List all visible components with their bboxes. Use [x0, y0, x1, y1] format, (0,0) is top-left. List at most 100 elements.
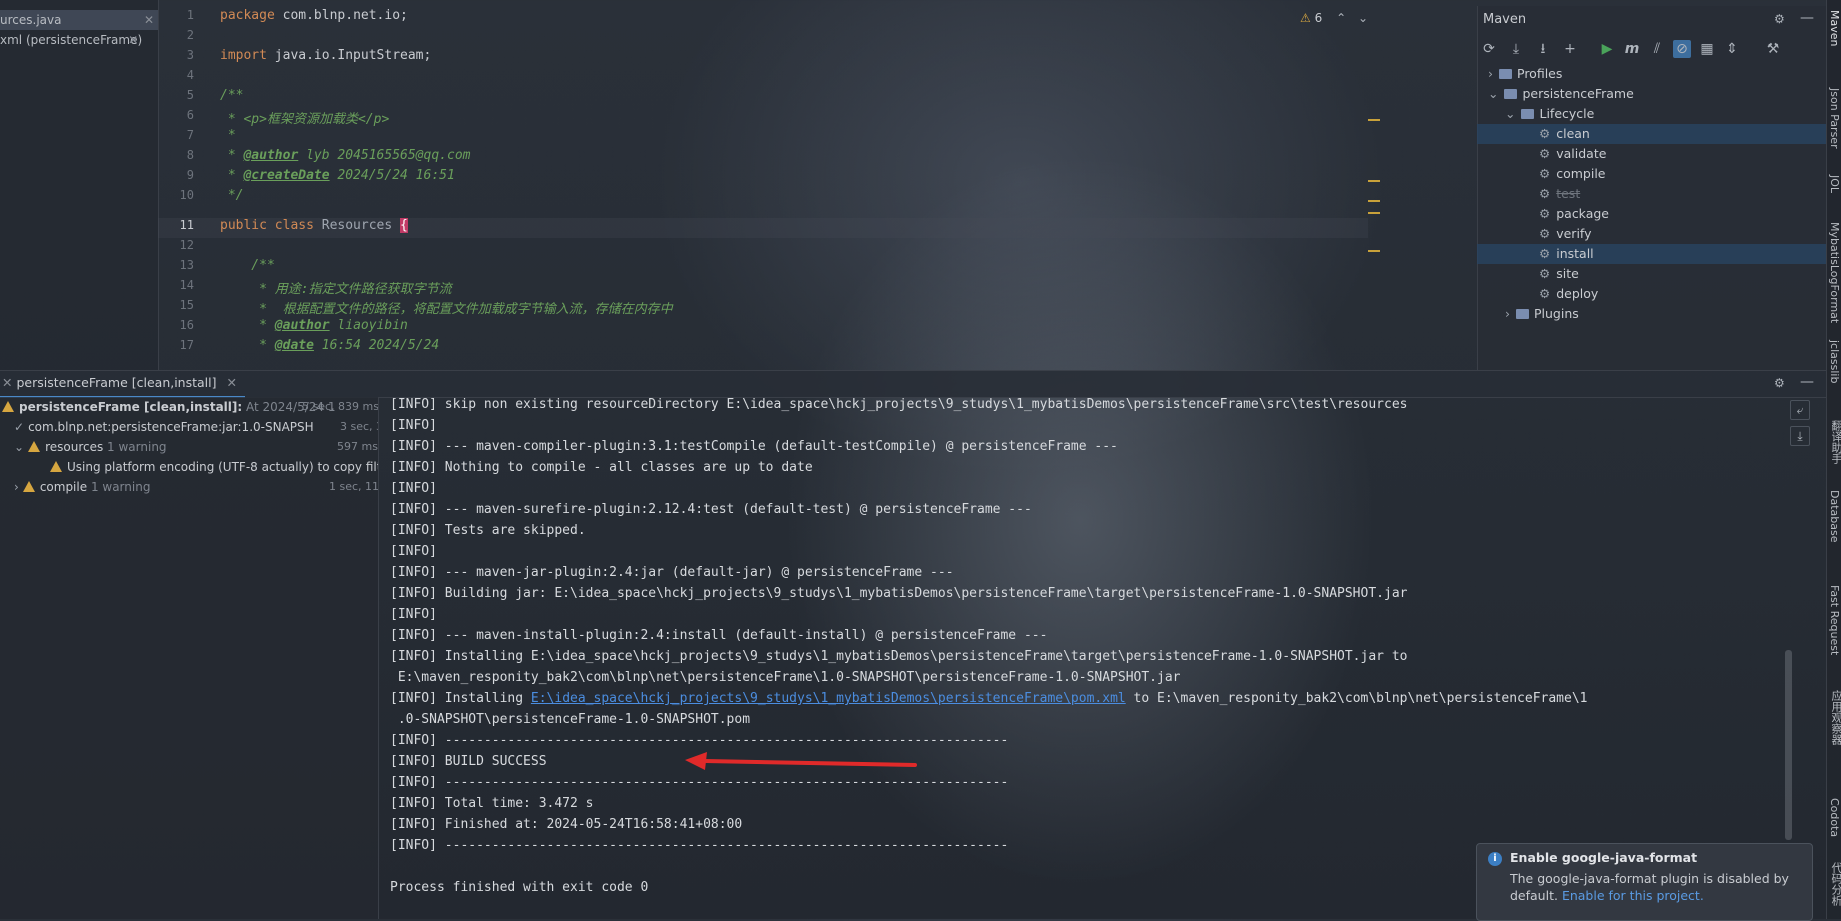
- show-dependencies-icon[interactable]: ▦: [1698, 40, 1716, 58]
- maven-project[interactable]: ⌄ persistenceFrame: [1488, 84, 1634, 104]
- run-tree-compile[interactable]: › compile 1 warning 1 sec, 119 ms: [14, 477, 378, 497]
- maven-goal-test[interactable]: ⚙ test: [1539, 184, 1580, 204]
- wrench-icon[interactable]: ⚒: [1764, 40, 1782, 58]
- minimize-icon[interactable]: —: [1800, 374, 1814, 390]
- tool-window-maven[interactable]: Maven: [1828, 10, 1841, 46]
- close-icon[interactable]: ✕: [128, 30, 138, 50]
- maven-goal-validate[interactable]: ⚙ validate: [1539, 144, 1606, 164]
- editor-error-stripe[interactable]: [1368, 6, 1392, 370]
- download-icon[interactable]: ⭳: [1534, 40, 1552, 58]
- tool-window-mybatis-log[interactable]: MybatisLogFormat: [1828, 222, 1841, 323]
- maven-goal-install[interactable]: ⚙ install: [1477, 244, 1826, 264]
- comment-line: /**: [220, 88, 244, 103]
- tool-window-codota[interactable]: Codota: [1828, 798, 1841, 837]
- inspection-widget[interactable]: ⚠ 6 ⌃ ⌄: [1300, 11, 1368, 25]
- console-output[interactable]: [INFO] skip non existing resourceDirecto…: [378, 397, 1778, 919]
- code-editor[interactable]: package com.blnp.net.io; import java.io.…: [220, 6, 1370, 370]
- line-number: 8: [186, 148, 194, 162]
- chevron-down-icon[interactable]: ⌄: [1358, 11, 1368, 25]
- add-icon[interactable]: +: [1561, 40, 1579, 58]
- maven-goal-deploy[interactable]: ⚙ deploy: [1539, 284, 1598, 304]
- warning-icon: [50, 461, 62, 472]
- maven-profiles[interactable]: › Profiles: [1488, 64, 1562, 84]
- tool-window-fast-request[interactable]: Fast Request: [1828, 585, 1841, 655]
- warning-marker[interactable]: [1368, 212, 1380, 214]
- close-icon[interactable]: ✕: [2, 375, 12, 390]
- reload-icon[interactable]: ⟳: [1480, 40, 1498, 58]
- maven-plugins[interactable]: › Plugins: [1505, 304, 1579, 324]
- run-tree-module[interactable]: ✓ com.blnp.net:persistenceFrame:jar:1.0-S…: [14, 417, 378, 437]
- run-panel-header: [0, 370, 1826, 398]
- close-icon[interactable]: ✕: [227, 375, 237, 390]
- chevron-right-icon: ›: [1505, 306, 1510, 321]
- gear-icon: ⚙: [1539, 206, 1551, 221]
- tool-window-jclasslib[interactable]: jclasslib: [1828, 340, 1841, 383]
- execute-goal-icon[interactable]: m: [1623, 40, 1641, 58]
- warning-icon: [2, 401, 14, 412]
- comment-text: *: [220, 318, 275, 333]
- finished-at-line: [INFO] Finished at: 2024-05-24T16:58:41+…: [390, 817, 743, 832]
- warning-marker[interactable]: [1368, 250, 1380, 252]
- run-tab[interactable]: ✕ persistenceFrame [clean,install] ✕: [0, 370, 245, 398]
- soft-wrap-icon[interactable]: ⤶: [1790, 400, 1810, 420]
- minimize-icon[interactable]: —: [1800, 10, 1814, 26]
- comment-text: liaoyibin: [329, 318, 408, 333]
- run-tree-root[interactable]: persistenceFrame [clean,install]: At 202…: [2, 397, 378, 417]
- line-number: 4: [186, 68, 194, 82]
- console-line: [INFO] Nothing to compile - all classes …: [390, 460, 813, 475]
- tree-time: 1 sec, 119 ms: [329, 480, 379, 493]
- tool-window-json-parser[interactable]: Json Parser: [1828, 88, 1841, 149]
- matched-brace: {: [400, 218, 408, 233]
- comment-line: * 根据配置文件的路径，将配置文件加载成字节输入流，存储在内存中: [220, 302, 673, 317]
- line-number: 9: [186, 168, 194, 182]
- console-scrollbar[interactable]: [1785, 650, 1792, 840]
- maven-goal-package[interactable]: ⚙ package: [1539, 204, 1609, 224]
- maven-goal-compile[interactable]: ⚙ compile: [1539, 164, 1606, 184]
- pom-file-link[interactable]: E:\idea_space\hckj_projects\9_studys\1_m…: [531, 691, 1126, 706]
- console-line: E:\maven_responity_bak2\com\blnp\net\per…: [390, 670, 1181, 685]
- warning-marker[interactable]: [1368, 119, 1380, 121]
- maven-project-icon: [1504, 89, 1518, 99]
- reimport-icon[interactable]: ⤓: [1507, 40, 1525, 58]
- tool-window-app-observer[interactable]: 应用观察器: [1828, 690, 1841, 745]
- warning-marker[interactable]: [1368, 200, 1380, 202]
- chevron-up-icon[interactable]: ⌃: [1336, 11, 1346, 25]
- editor-tab-resources-java[interactable]: urces.java ✕: [0, 10, 158, 30]
- comment-text: lyb 2045165565@qq.com: [298, 148, 471, 163]
- maven-goal-site[interactable]: ⚙ site: [1539, 264, 1579, 284]
- close-icon[interactable]: ✕: [144, 10, 154, 30]
- run-tree-resources[interactable]: ⌄ resources 1 warning 597 ms: [14, 437, 378, 457]
- code-line: package com.blnp.net.io;: [220, 8, 408, 23]
- maven-lifecycle[interactable]: ⌄ Lifecycle: [1505, 104, 1594, 124]
- gear-icon[interactable]: ⚙: [1774, 12, 1785, 26]
- gear-icon: ⚙: [1539, 226, 1551, 241]
- goal-label: verify: [1556, 226, 1592, 241]
- collapse-all-icon[interactable]: ⇕: [1723, 40, 1741, 58]
- warning-icon: [28, 441, 41, 452]
- keyword: public class: [220, 218, 314, 233]
- tool-window-code-analysis[interactable]: 代码分析: [1828, 862, 1841, 906]
- run-tree-warning-message[interactable]: Using platform encoding (UTF-8 actually)…: [50, 457, 378, 477]
- skip-tests-icon[interactable]: ⊘: [1673, 40, 1691, 58]
- tool-window-database[interactable]: Database: [1828, 490, 1841, 543]
- tool-window-jol[interactable]: JOL: [1828, 175, 1841, 193]
- annotation-arrow: [685, 752, 917, 770]
- chevron-down-icon: ⌄: [14, 440, 25, 454]
- run-icon[interactable]: ▶: [1598, 40, 1616, 58]
- tool-window-translate[interactable]: 翻译助手: [1828, 420, 1841, 464]
- gear-icon[interactable]: ⚙: [1774, 376, 1785, 390]
- maven-goal-verify[interactable]: ⚙ verify: [1539, 224, 1592, 244]
- editor-tab-pom-xml[interactable]: xml (persistenceFrame) ✕: [0, 30, 142, 50]
- tree-extra: 1 warning: [107, 440, 167, 454]
- console-line: [INFO] --- maven-surefire-plugin:2.12.4:…: [390, 502, 1032, 517]
- console-line: [INFO] --- maven-install-plugin:2.4:inst…: [390, 628, 1048, 643]
- enable-for-project-link[interactable]: Enable for this project.: [1562, 888, 1704, 903]
- comment-line: */: [220, 188, 244, 203]
- maven-goal-clean[interactable]: ⚙ clean: [1477, 124, 1826, 144]
- info-icon: i: [1488, 852, 1502, 866]
- line-number: 3: [186, 48, 194, 62]
- warning-marker[interactable]: [1368, 180, 1380, 182]
- comment-line: * @createDate 2024/5/24 16:51: [220, 168, 455, 183]
- scroll-to-end-icon[interactable]: ⤓: [1790, 426, 1810, 446]
- toggle-offline-icon[interactable]: ⫽: [1648, 40, 1666, 58]
